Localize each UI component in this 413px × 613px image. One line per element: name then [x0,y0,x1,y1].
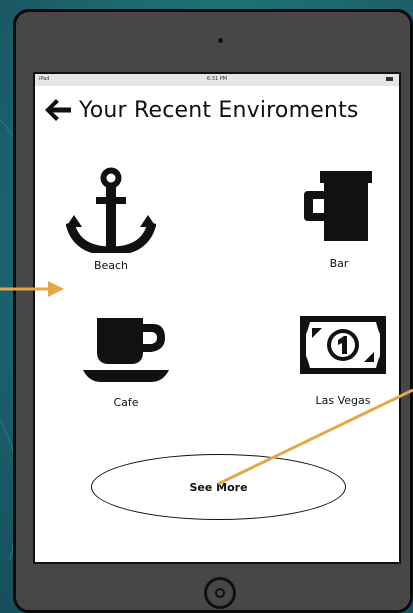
environment-label: Beach [93,259,129,272]
see-more-button[interactable]: See More [91,454,346,520]
environment-label: Cafe [113,396,139,409]
environment-label: Bar [329,257,349,270]
environment-tile-beach[interactable]: Beach [56,167,166,272]
tablet-device: iPad 6:31 PM Your Recent Enviroments Bea… [13,9,413,613]
anchor-icon [66,167,156,253]
battery-icon [386,77,393,81]
dollar-bill-icon [300,316,386,374]
environment-tile-cafe[interactable]: Cafe [71,318,181,409]
back-arrow-icon[interactable] [45,99,71,121]
status-bar: iPad 6:31 PM [35,74,399,86]
coffee-cup-icon [83,318,169,382]
home-button[interactable] [204,577,236,609]
environment-label: Las Vegas [315,394,371,407]
home-button-icon [215,588,225,598]
environment-tile-bar[interactable]: Bar [284,169,394,270]
header: Your Recent Enviroments [45,94,359,126]
environment-tile-las-vegas[interactable]: Las Vegas [288,316,398,407]
page-title: Your Recent Enviroments [79,97,359,123]
status-time: 6:31 PM [206,76,228,82]
camera [218,38,223,43]
beer-mug-icon [304,171,372,241]
carrier-label: iPad [39,76,50,82]
